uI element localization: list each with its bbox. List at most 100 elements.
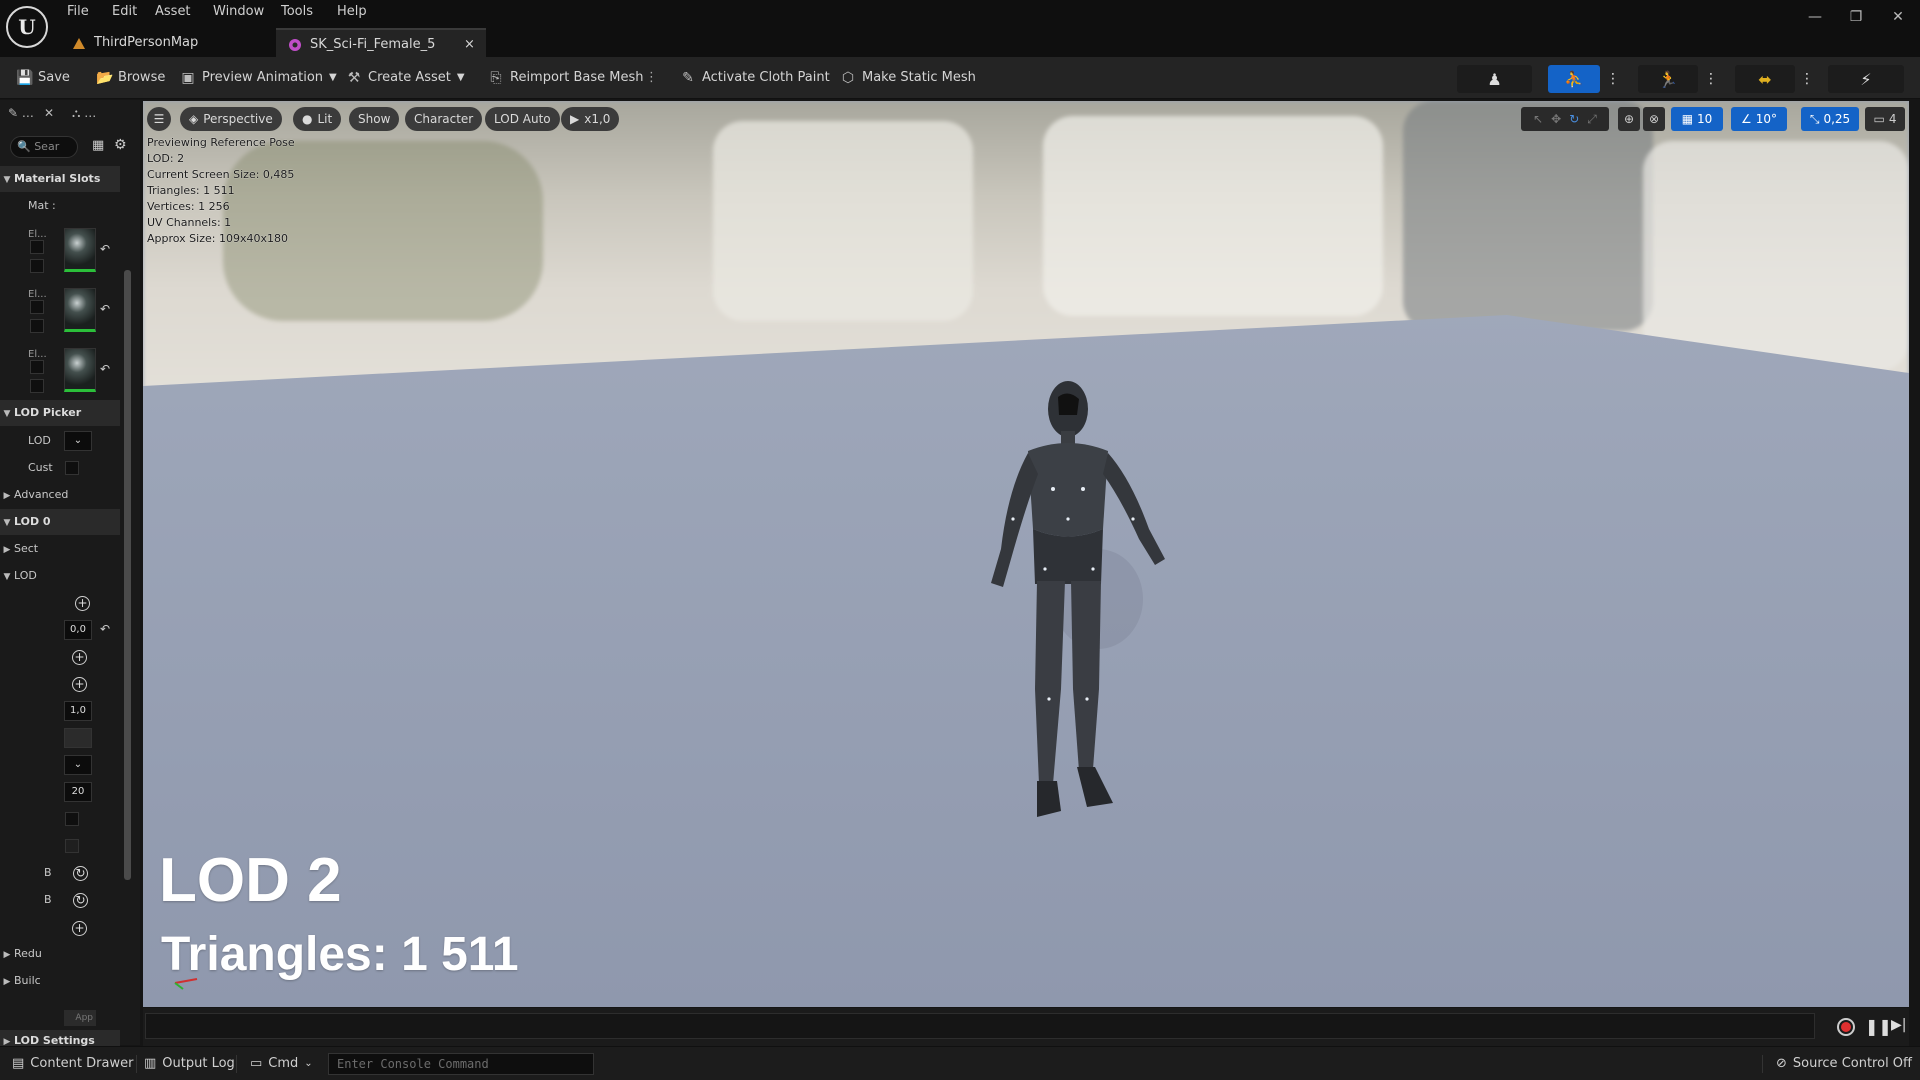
- output-log-button[interactable]: ▥ Output Log: [144, 1052, 235, 1076]
- material-thumbnail[interactable]: [64, 228, 96, 272]
- minimize-button[interactable]: —: [1795, 4, 1835, 30]
- section-material-slots[interactable]: ▼ Material Slots: [0, 166, 120, 192]
- number-field[interactable]: 20: [64, 782, 92, 802]
- create-asset-button[interactable]: ⚒ Create Asset ▼: [346, 66, 465, 90]
- lod-dropdown[interactable]: ⌄: [64, 431, 92, 451]
- world-local-icon[interactable]: ⊕: [1618, 107, 1640, 131]
- rotation-snap-button[interactable]: ∠ 10°: [1731, 107, 1787, 131]
- character-mesh[interactable]: [953, 369, 1183, 859]
- menu-tools[interactable]: Tools: [281, 2, 313, 22]
- gear-icon[interactable]: ⚙: [114, 137, 127, 153]
- more-options-icon[interactable]: ⋮: [1602, 65, 1624, 93]
- reset-arrow-icon[interactable]: ↶: [100, 362, 110, 376]
- section-reduction[interactable]: ▶ Redu: [0, 941, 120, 967]
- screen-size-field[interactable]: 0,0: [64, 620, 92, 640]
- unreal-logo-icon[interactable]: U: [6, 6, 48, 48]
- tab-skeletal-mesh[interactable]: SK_Sci-Fi_Female_5 ×: [276, 28, 486, 57]
- rotate-icon[interactable]: ↻: [1569, 107, 1579, 131]
- add-icon[interactable]: +: [72, 650, 87, 665]
- viewport[interactable]: ☰ ◈ Perspective ● Lit Show Character LOD A…: [143, 101, 1909, 1007]
- cmd-dropdown[interactable]: ▭ Cmd ⌄: [250, 1052, 313, 1076]
- custom-lod-checkbox[interactable]: [65, 461, 79, 475]
- checkbox[interactable]: [30, 360, 44, 374]
- asset-details-tab-icon[interactable]: ✎ …: [8, 106, 34, 120]
- material-thumbnail[interactable]: [64, 288, 96, 332]
- move-icon[interactable]: ✥: [1551, 107, 1561, 131]
- skeleton-mode-button[interactable]: ♟: [1457, 65, 1532, 93]
- lit-button[interactable]: ● Lit: [293, 107, 342, 131]
- section-lod0[interactable]: ▼ LOD 0: [0, 509, 120, 535]
- grid-snap-button[interactable]: ▦ 10: [1671, 107, 1723, 131]
- reset-arrow-icon[interactable]: ↶: [100, 622, 110, 636]
- checkbox[interactable]: [65, 812, 79, 826]
- preview-animation-button[interactable]: ▣ Preview Animation ▼: [180, 66, 336, 90]
- more-options-icon[interactable]: ⋮: [1700, 65, 1722, 93]
- section-lod-picker[interactable]: ▼ LOD Picker: [0, 400, 120, 426]
- add-icon[interactable]: +: [72, 677, 87, 692]
- select-icon[interactable]: ↖: [1533, 107, 1543, 131]
- section-lod-info[interactable]: ▼ LOD: [0, 563, 120, 589]
- add-icon[interactable]: +: [72, 921, 87, 936]
- menu-help[interactable]: Help: [337, 2, 367, 22]
- restore-button[interactable]: ❐: [1836, 4, 1876, 30]
- save-button[interactable]: 💾 Save: [16, 66, 70, 90]
- checkbox[interactable]: [65, 839, 79, 853]
- lod-auto-button[interactable]: LOD Auto: [485, 107, 560, 131]
- source-control-button[interactable]: ⊘ Source Control Off: [1776, 1052, 1912, 1076]
- checkbox[interactable]: [30, 240, 44, 254]
- reimport-base-mesh-button[interactable]: ⎘ Reimport Base Mesh: [488, 66, 643, 90]
- apply-button[interactable]: App: [64, 1010, 96, 1026]
- refresh-icon[interactable]: ↻: [73, 866, 88, 881]
- surface-snap-icon[interactable]: ⊗: [1643, 107, 1665, 131]
- content-drawer-button[interactable]: ▤ Content Drawer: [12, 1052, 133, 1076]
- close-window-button[interactable]: ✕: [1878, 4, 1918, 30]
- section-build[interactable]: ▶ Builc: [0, 968, 120, 994]
- animation-mode-button[interactable]: 🏃: [1638, 65, 1698, 93]
- checkbox[interactable]: [30, 319, 44, 333]
- section-advanced[interactable]: ▶ Advanced: [0, 482, 120, 508]
- more-options-icon[interactable]: ⋮: [645, 66, 658, 90]
- section-sections[interactable]: ▶ Sect: [0, 536, 120, 562]
- camera-speed-button[interactable]: ▭ 4: [1865, 107, 1905, 131]
- checkbox[interactable]: [30, 379, 44, 393]
- empty-field[interactable]: [64, 728, 92, 748]
- reset-arrow-icon[interactable]: ↶: [100, 242, 110, 256]
- activate-cloth-paint-button[interactable]: ✎ Activate Cloth Paint: [680, 66, 830, 90]
- console-command-input[interactable]: Enter Console Command: [328, 1053, 594, 1075]
- checkbox[interactable]: [30, 300, 44, 314]
- scale-icon[interactable]: ⤢: [1587, 107, 1597, 131]
- close-icon[interactable]: ✕: [44, 106, 54, 120]
- menu-window[interactable]: Window: [213, 2, 264, 22]
- timeline-track[interactable]: [145, 1013, 1815, 1039]
- refresh-icon[interactable]: ↻: [73, 893, 88, 908]
- menu-asset[interactable]: Asset: [155, 2, 191, 22]
- tab-third-person-map[interactable]: ThirdPersonMap: [60, 28, 272, 57]
- viewport-menu-icon[interactable]: ☰: [147, 107, 171, 131]
- perspective-button[interactable]: ◈ Perspective: [180, 107, 282, 131]
- character-button[interactable]: Character: [405, 107, 483, 131]
- scrollbar[interactable]: [124, 270, 131, 880]
- search-input[interactable]: 🔍 Sear: [10, 136, 78, 158]
- add-icon[interactable]: +: [75, 596, 90, 611]
- pause-icon[interactable]: ❚❚: [1865, 1017, 1892, 1036]
- play-speed-button[interactable]: ▶ x1,0: [561, 107, 620, 131]
- make-static-mesh-button[interactable]: ⬡ Make Static Mesh: [840, 66, 976, 90]
- material-thumbnail[interactable]: [64, 348, 96, 392]
- checkbox[interactable]: [30, 259, 44, 273]
- step-forward-icon[interactable]: ▶|: [1891, 1017, 1906, 1033]
- scale-snap-button[interactable]: ⤡ 0,25: [1801, 107, 1859, 131]
- menu-edit[interactable]: Edit: [112, 2, 137, 22]
- option-dropdown[interactable]: ⌄: [64, 755, 92, 775]
- browse-button[interactable]: 📂 Browse: [96, 66, 165, 90]
- more-options-icon[interactable]: ⋮: [1796, 65, 1818, 93]
- tab-close-icon[interactable]: ×: [464, 30, 475, 59]
- menu-file[interactable]: File: [67, 2, 89, 22]
- hysteresis-field[interactable]: 1,0: [64, 701, 92, 721]
- reset-arrow-icon[interactable]: ↶: [100, 302, 110, 316]
- show-button[interactable]: Show: [349, 107, 400, 131]
- skeleton-tree-tab-icon[interactable]: ⛬ …: [72, 106, 96, 121]
- blueprint-mode-button[interactable]: ⬌: [1735, 65, 1795, 93]
- physics-mode-button[interactable]: ⚡: [1828, 65, 1904, 93]
- mesh-mode-button[interactable]: ⛹: [1548, 65, 1600, 93]
- record-button[interactable]: [1837, 1018, 1855, 1036]
